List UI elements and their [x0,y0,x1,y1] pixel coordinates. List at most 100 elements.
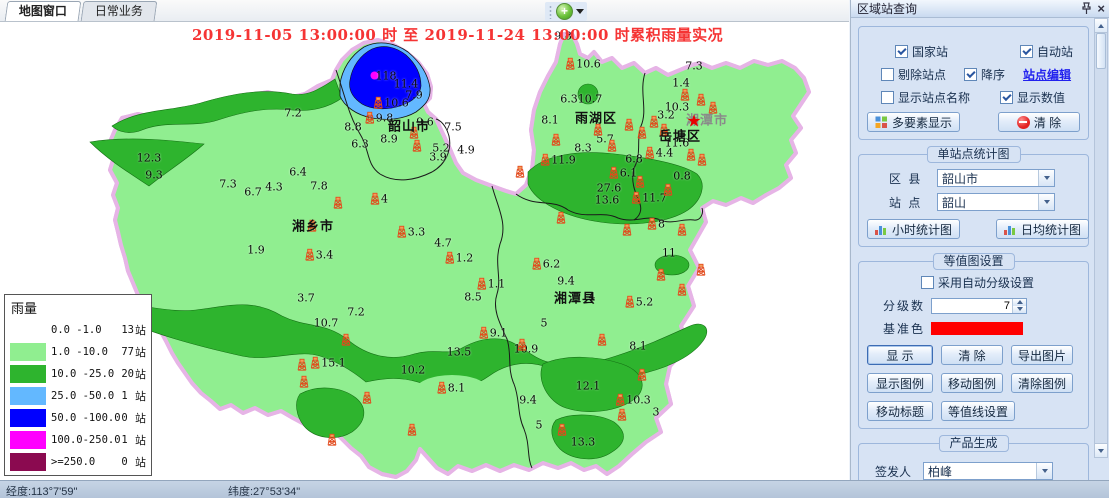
quick-toolbar: + [545,2,587,21]
auto-grading-checkbox[interactable]: 采用自动分级设置 [921,274,1034,291]
county-select[interactable]: 韶山市 [937,169,1055,187]
station-marker: 5 [541,317,548,330]
clear-stations-button[interactable]: 清 除 [998,112,1080,132]
latitude-readout: 纬度:27°53'34" [228,483,300,498]
multi-element-display-button[interactable]: 多要素显示 [867,112,960,132]
station-tower-icon [341,334,351,347]
station-tower-icon [365,112,375,125]
pin-icon[interactable] [1081,2,1092,15]
station-value: 6.7 [244,186,262,199]
station-marker: 6.7 [244,186,262,199]
station-tower-icon [677,224,687,237]
station-tower-icon [412,140,422,153]
toolbar-overflow-icon[interactable] [576,9,584,14]
dropdown-arrow-icon[interactable] [1036,463,1052,479]
station-marker: 8.1 [629,340,647,353]
descending-checkbox[interactable]: 降序 [964,66,1005,83]
district-label: 湘潭县 [554,288,596,307]
level-count-spinner[interactable] [931,298,1027,314]
station-marker: 8 [647,218,665,231]
station-tower [607,140,617,153]
show-station-name-checkbox[interactable]: 显示站点名称 [881,89,970,106]
tab-daily-business[interactable]: 日常业务 [81,1,158,21]
station-tower [551,134,561,147]
station-marker: 4 [370,193,388,206]
station-marker: 10.2 [401,364,426,377]
station-value: 8 [658,218,665,231]
legend-row: 25.0 -50.01站 [10,385,146,407]
scrollbar-thumb[interactable] [1096,33,1106,69]
station-tower-icon [362,392,372,405]
level-count-input[interactable] [932,300,1012,312]
station-tower [517,339,527,352]
station-marker: 1.9 [247,244,265,257]
station-marker: 1.2 [445,252,474,265]
station-value: 8.1 [448,382,466,395]
move-legend-button[interactable]: 移动图例 [941,373,1003,393]
auto-station-checkbox[interactable]: 自动站 [1020,43,1073,60]
station-marker: 10.7 [314,317,339,330]
scroll-down-icon[interactable] [1095,443,1107,457]
exclude-station-checkbox[interactable]: 剔除站点 [881,66,946,83]
show-legend-button[interactable]: 显示图例 [867,373,933,393]
signer-label: 签发人 [875,463,923,480]
panel-scrollbar[interactable] [1094,18,1108,458]
contour-show-button[interactable]: 显 示 [867,345,933,365]
station-value: 6.4 [289,166,307,179]
station-value: 7.9 [405,89,423,102]
station-value: 3.9 [429,151,447,164]
station-tower [635,176,645,189]
station-select[interactable]: 韶山 [937,193,1055,211]
station-tower [362,392,372,405]
station-marker: 8.3 [574,142,592,155]
station-filter-group: 国家站 自动站 剔除站点 降序 站点编辑 显示站点名称 显示数值 多要素显示 [858,26,1089,140]
station-value: 6.1 [620,167,638,180]
station-marker: 10.6 [373,97,409,110]
base-color-swatch[interactable] [931,322,1023,335]
contour-line-settings-button[interactable]: 等值线设置 [941,401,1015,421]
station-value: 8.1 [629,340,647,353]
contour-clear-button[interactable]: 清 除 [941,345,1003,365]
station-marker: 4.3 [265,181,283,194]
station-marker: 4.7 [434,237,452,250]
station-edit-link[interactable]: 站点编辑 [1023,66,1071,83]
station-tower [637,127,647,140]
tab-map-window[interactable]: 地图窗口 [5,1,82,21]
level-count-label: 分级数 [883,297,931,314]
daily-chart-button[interactable]: 日均统计图 [996,219,1089,239]
toolbar-grip-handle[interactable] [548,5,553,19]
station-marker: 7.3 [219,178,237,191]
scroll-up-icon[interactable] [1095,19,1107,33]
panel-titlebar: 区域站查询 × [851,0,1109,18]
station-tower [696,264,706,277]
station-marker: 1.1 [477,278,506,291]
close-icon[interactable]: × [1097,2,1105,15]
station-tower-icon [680,89,690,102]
station-tower-icon [551,134,561,147]
export-image-button[interactable]: 导出图片 [1011,345,1073,365]
panel-content: 国家站 自动站 剔除站点 降序 站点编辑 显示站点名称 显示数值 多要素显示 [855,18,1092,460]
dropdown-arrow-icon[interactable] [1038,194,1054,210]
station-tower-icon [477,278,487,291]
station-marker: 10.9 [514,343,539,356]
station-tower-icon [645,147,655,160]
show-value-checkbox[interactable]: 显示数值 [1000,89,1065,106]
hourly-chart-button[interactable]: 小时统计图 [867,219,960,239]
add-layer-button[interactable]: + [556,3,573,20]
station-tower-icon [607,140,617,153]
legend-title: 雨量 [11,298,146,317]
station-marker: 0.8 [673,170,691,183]
national-station-checkbox[interactable]: 国家站 [895,43,948,60]
station-tower-icon [656,269,666,282]
dropdown-arrow-icon[interactable] [1038,170,1054,186]
station-value: 4 [381,193,388,206]
station-marker: 13.5 [447,346,472,359]
spinner-down-icon[interactable] [1013,306,1026,313]
clear-legend-button[interactable]: 清除图例 [1011,373,1073,393]
signer-select[interactable]: 柏峰 [923,462,1053,480]
tab-bar: 地图窗口 日常业务 [0,0,849,22]
move-title-button[interactable]: 移动标题 [867,401,933,421]
station-marker: 3.3 [397,226,426,239]
map-canvas[interactable]: 2019-11-05 13:00:00 时 至 2019-11-24 13:00… [0,22,849,480]
spinner-up-icon[interactable] [1013,299,1026,306]
